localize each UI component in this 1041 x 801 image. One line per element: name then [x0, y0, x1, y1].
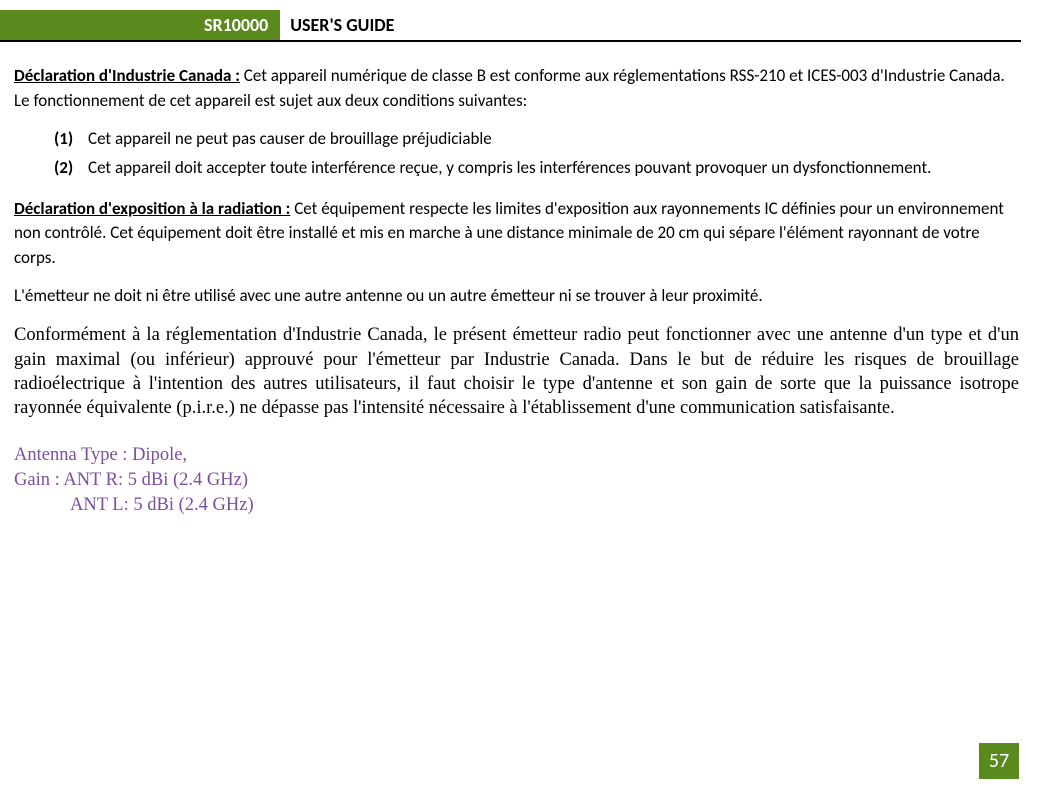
list-text: Cet appareil ne peut pas causer de broui…	[88, 127, 492, 152]
antenna-type: Antenna Type : Dipole,	[14, 443, 1019, 468]
list-item: (1) Cet appareil ne peut pas causer de b…	[54, 127, 1019, 152]
header-accent-bar	[0, 10, 200, 40]
conditions-list: (1) Cet appareil ne peut pas causer de b…	[14, 127, 1019, 180]
list-number: (2)	[54, 156, 88, 181]
product-model: SR10000	[200, 10, 280, 40]
list-item: (2) Cet appareil doit accepter toute int…	[54, 156, 1019, 181]
page-content: Déclaration d'Industrie Canada : Cet app…	[0, 42, 1041, 518]
radiation-exposure-lead: Déclaration d'exposition à la radiation …	[14, 198, 290, 219]
document-header: SR10000 USER'S GUIDE	[0, 10, 1021, 42]
declaration-canada-lead: Déclaration d'Industrie Canada :	[14, 65, 240, 86]
declaration-canada-para: Déclaration d'Industrie Canada : Cet app…	[14, 64, 1019, 113]
list-text: Cet appareil doit accepter toute interfé…	[88, 156, 931, 181]
ic-regulation-para: Conformément à la réglementation d'Indus…	[14, 323, 1019, 421]
antenna-spec-block: Antenna Type : Dipole, Gain : ANT R: 5 d…	[14, 443, 1019, 518]
antenna-gain-l: ANT L: 5 dBi (2.4 GHz)	[14, 493, 1019, 518]
page-number: 57	[979, 743, 1019, 779]
list-number: (1)	[54, 127, 88, 152]
emitter-note-para: L'émetteur ne doit ni être utilisé avec …	[14, 284, 1019, 309]
antenna-gain-r: Gain : ANT R: 5 dBi (2.4 GHz)	[14, 468, 1019, 493]
radiation-exposure-para: Déclaration d'exposition à la radiation …	[14, 197, 1019, 271]
document-title: USER'S GUIDE	[280, 10, 394, 40]
